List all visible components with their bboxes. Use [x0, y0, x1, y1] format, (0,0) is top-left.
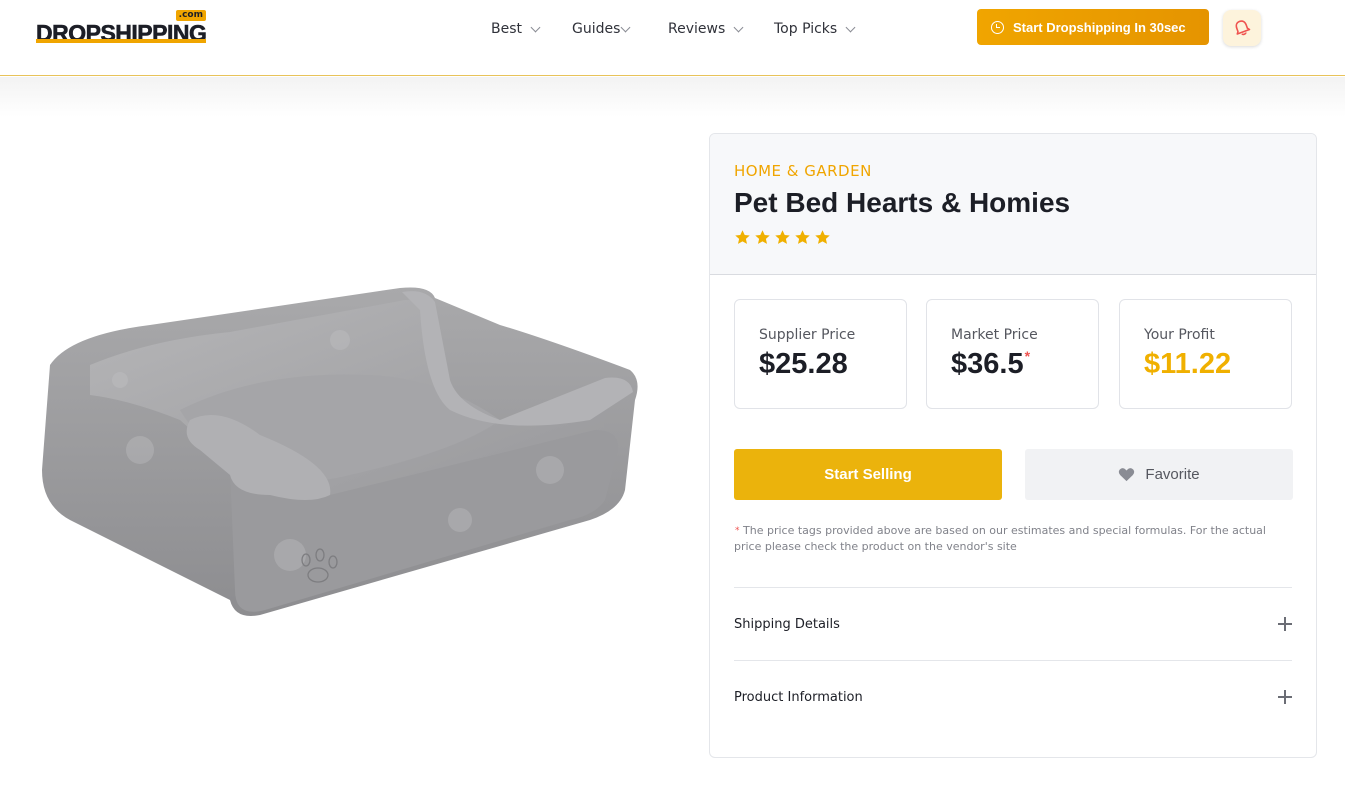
- rating-stars: [734, 229, 831, 246]
- nav-item-guides[interactable]: Guides: [572, 0, 631, 58]
- pet-bed-image: [42, 287, 638, 616]
- plus-icon[interactable]: [1278, 690, 1292, 704]
- star-icon: [815, 230, 830, 244]
- accordion-divider: [734, 587, 1292, 588]
- product-header: HOME & GARDEN Pet Bed Hearts & Homies: [710, 134, 1316, 275]
- disclaimer-asterisk: *: [735, 526, 740, 536]
- clock-icon: [991, 20, 1004, 34]
- product-category[interactable]: HOME & GARDEN: [734, 162, 872, 180]
- cta-label: Start Dropshipping In 30sec: [1013, 19, 1186, 35]
- heart-icon: [1119, 468, 1135, 482]
- nav-item-reviews[interactable]: Reviews: [668, 0, 744, 58]
- plus-icon[interactable]: [1278, 617, 1292, 631]
- price-disclaimer: * The price tags provided above are base…: [734, 523, 1294, 555]
- chevron-down-icon: [845, 22, 856, 32]
- star-icon: [775, 230, 790, 244]
- site-header: .com DROPSHIPPING Best Guides Reviews To…: [0, 0, 1345, 76]
- product-card: HOME & GARDEN Pet Bed Hearts & Homies Su…: [709, 133, 1317, 758]
- logo-underline: [36, 39, 206, 43]
- market-price-box: Market Price $36.5*: [926, 299, 1099, 409]
- nav-label-reviews: Reviews: [668, 21, 726, 37]
- disclaimer-text: The price tags provided above are based …: [734, 524, 1266, 553]
- product-image: [30, 270, 650, 630]
- nav-label-guides: Guides: [572, 21, 621, 37]
- chevron-down-icon: [620, 22, 631, 32]
- nav-label-top-picks: Top Picks: [774, 21, 838, 37]
- market-price-asterisk: *: [1024, 348, 1031, 364]
- market-price-value-wrap: $36.5*: [951, 348, 1030, 381]
- nav-label-best: Best: [491, 21, 523, 37]
- star-icon: [755, 230, 770, 244]
- start-dropshipping-button[interactable]: Start Dropshipping In 30sec: [977, 9, 1209, 45]
- accordion-product-information[interactable]: Product Information: [734, 685, 1292, 709]
- shipping-details-label: Shipping Details: [734, 616, 840, 632]
- product-title: Pet Bed Hearts & Homies: [734, 187, 1071, 218]
- star-icon: [735, 230, 750, 244]
- product-information-label: Product Information: [734, 689, 863, 705]
- market-price-label: Market Price: [951, 327, 1038, 343]
- nav-item-top-picks[interactable]: Top Picks: [774, 0, 856, 58]
- site-logo[interactable]: .com DROPSHIPPING: [36, 10, 208, 46]
- chevron-down-icon: [530, 22, 541, 32]
- star-icon: [795, 230, 810, 244]
- nav-item-best[interactable]: Best: [491, 0, 541, 58]
- accordion-divider: [734, 660, 1292, 661]
- favorite-button[interactable]: Favorite: [1025, 449, 1293, 500]
- supplier-price-value: $25.28: [759, 348, 848, 380]
- start-selling-button[interactable]: Start Selling: [734, 449, 1002, 500]
- favorite-label: Favorite: [1145, 466, 1200, 483]
- notifications-button[interactable]: [1223, 10, 1261, 46]
- profit-box: Your Profit $11.22: [1119, 299, 1292, 409]
- supplier-price-box: Supplier Price $25.28: [734, 299, 907, 409]
- supplier-price-label: Supplier Price: [759, 327, 856, 343]
- bell-icon: [1235, 20, 1251, 36]
- accordion-shipping-details[interactable]: Shipping Details: [734, 612, 1292, 636]
- market-price-value: $36.5: [951, 348, 1024, 380]
- chevron-down-icon: [733, 22, 744, 32]
- start-selling-label: Start Selling: [824, 466, 912, 483]
- profit-label: Your Profit: [1144, 327, 1215, 343]
- profit-value: $11.22: [1144, 348, 1232, 380]
- header-shadow: [0, 77, 1345, 117]
